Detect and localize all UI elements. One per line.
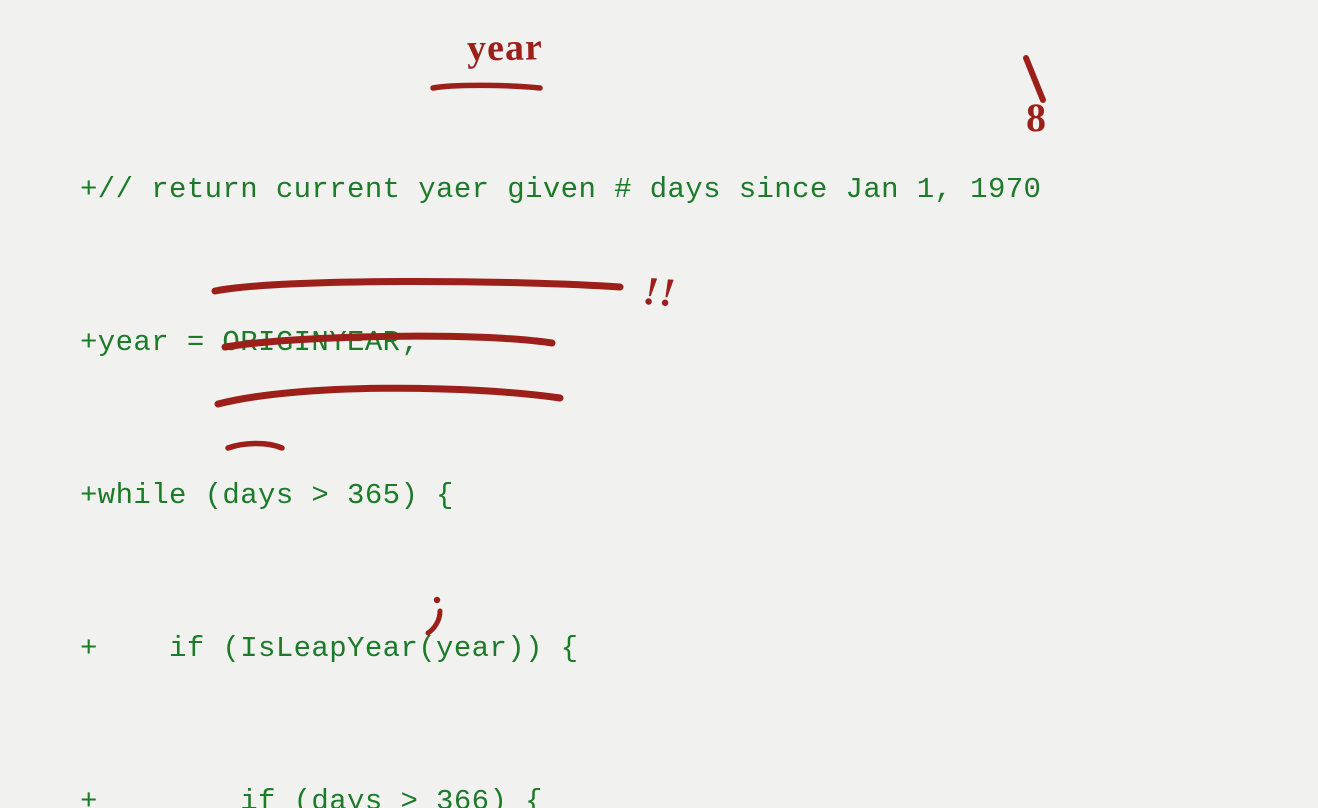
- code-line: +// return current yaer given # days sin…: [80, 164, 1041, 215]
- handwriting-exclamation: !!: [641, 267, 677, 316]
- handwriting-year-correction: year: [467, 25, 543, 70]
- handwriting-eight-correction: 8: [1026, 94, 1047, 141]
- code-diff-block: +// return current yaer given # days sin…: [80, 62, 1041, 808]
- code-line: +while (days > 365) {: [80, 470, 1041, 521]
- code-line: + if (IsLeapYear(year)) {: [80, 623, 1041, 674]
- code-line: +year = ORIGINYEAR;: [80, 317, 1041, 368]
- page: +// return current yaer given # days sin…: [0, 0, 1318, 808]
- code-line: + if (days > 366) {: [80, 776, 1041, 808]
